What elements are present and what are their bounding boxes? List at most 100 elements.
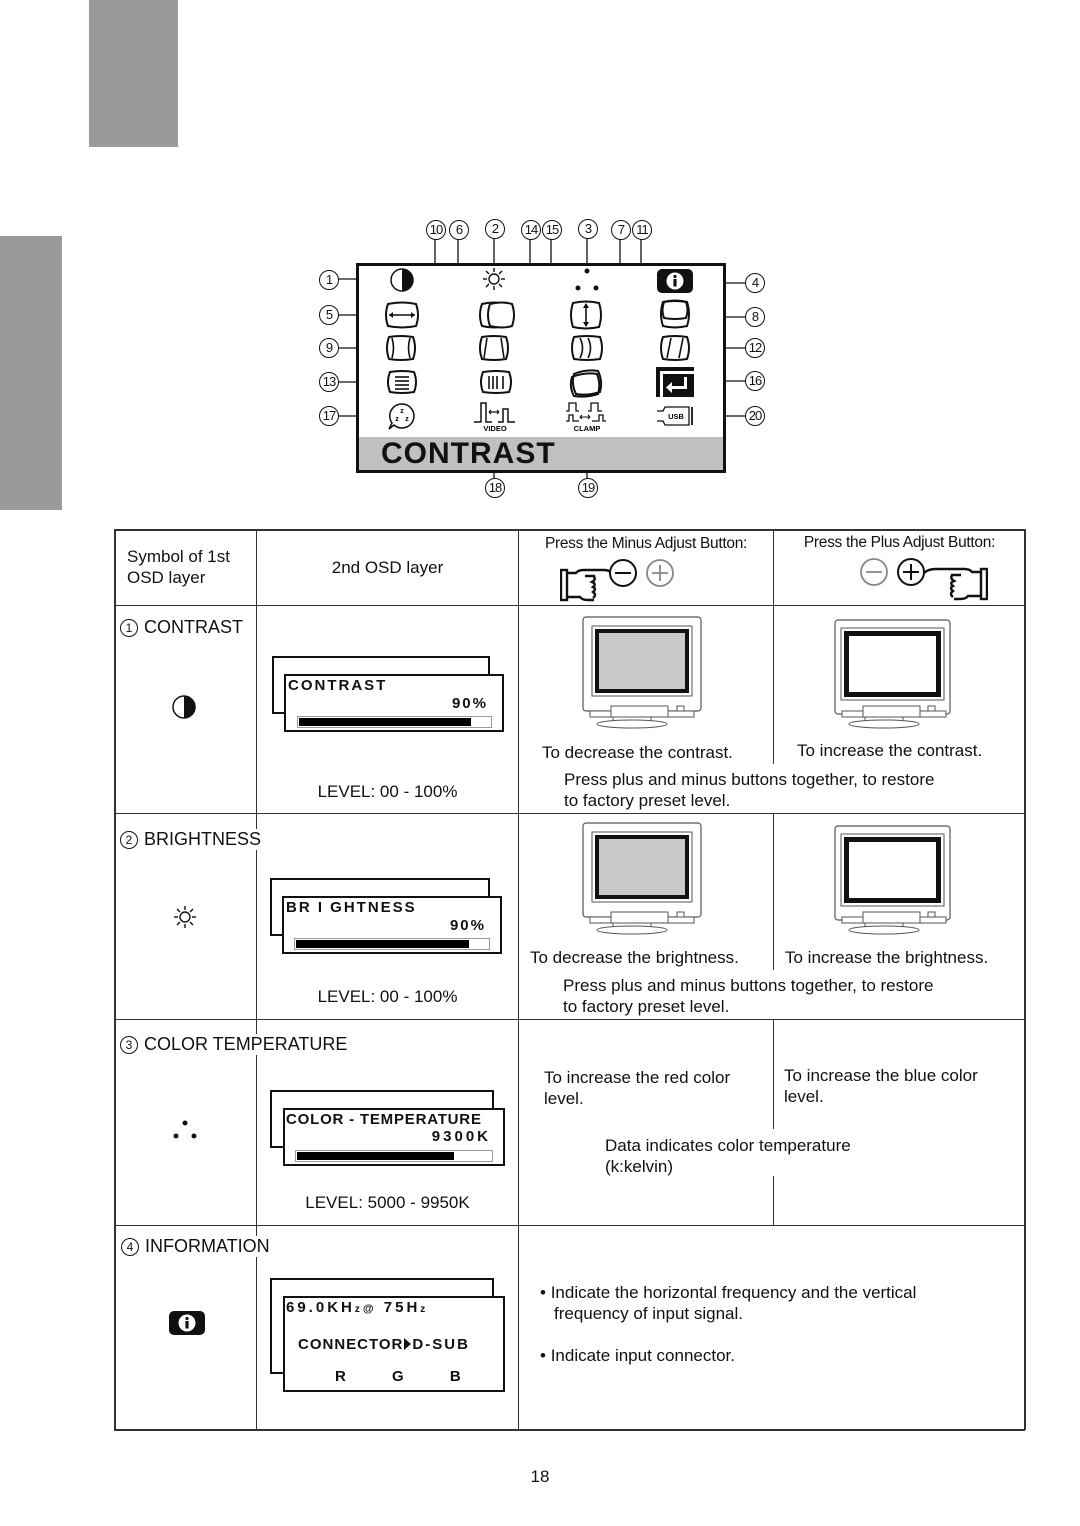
parallelogram-icon[interactable] (658, 334, 692, 362)
row-label-text: INFORMATION (145, 1236, 270, 1256)
bullet-text: Indicate input connector. (550, 1346, 735, 1365)
row-divider (114, 605, 1025, 607)
unit-suffix: z (354, 1304, 363, 1315)
note-line: (k:kelvin) (605, 1157, 674, 1176)
rotation-icon[interactable] (568, 366, 606, 398)
callout-19: 19 (578, 478, 598, 498)
contrast-level-range: LEVEL: 00 - 100% (317, 782, 458, 801)
moire-icon[interactable] (385, 369, 419, 395)
osd-color-temperature-progress (295, 1150, 493, 1162)
row-divider (114, 1225, 1025, 1227)
color-temperature-icon[interactable] (572, 264, 602, 294)
usb-icon[interactable]: USB (655, 406, 695, 426)
information-bullet-frequency: • Indicate the horizontal frequency and … (540, 1282, 916, 1324)
horizontal-position-icon[interactable] (477, 301, 517, 329)
row-label-text: COLOR TEMPERATURE (144, 1034, 348, 1054)
blue-color-increase-text: To increase the blue color level. (784, 1065, 978, 1107)
callout-4: 4 (745, 273, 765, 293)
horizontal-frequency: 69.0KH (286, 1299, 355, 1316)
osd-connector-readout: CONNECTOR D-SUB (298, 1336, 470, 1353)
callout-12: 12 (745, 338, 765, 358)
osd-frequency-readout: 69.0KHz@ 75Hz (286, 1299, 428, 1316)
osd-color-temperature-value: 9300K (431, 1128, 491, 1145)
osd-brightness-progress (294, 938, 490, 950)
brightness-decrease-text: To decrease the brightness. (530, 948, 739, 967)
contrast-decrease-text: To decrease the contrast. (542, 743, 733, 762)
pincushion-icon[interactable] (384, 334, 418, 362)
note-line: Press plus and minus buttons together, t… (564, 770, 935, 789)
monitor-decreased-brightness-image (582, 822, 702, 935)
callout-6: 6 (449, 220, 469, 240)
video-label: VIDEO (483, 424, 507, 433)
contrast-icon[interactable] (389, 267, 415, 293)
osd-color-temperature-title: COLOR - TEMPERATURE (286, 1111, 482, 1128)
row-number-badge: 3 (120, 1036, 138, 1054)
row-divider (114, 813, 1025, 815)
row-label-color-temperature: 3 COLOR TEMPERATURE (120, 1034, 350, 1055)
note-line: to factory preset level. (563, 997, 730, 1016)
svg-text:z: z (395, 416, 399, 423)
header-plus-button: Press the Plus Adjust Button: (803, 534, 996, 551)
clamp-icon[interactable]: CLAMP (564, 400, 610, 434)
row-label-text: CONTRAST (144, 617, 243, 637)
at-separator: @ (362, 1303, 377, 1315)
callout-7: 7 (611, 220, 631, 240)
brightness-increase-text: To increase the brightness. (785, 948, 989, 967)
table-border-left (114, 529, 116, 1430)
osd-brightness-value: 90% (449, 917, 486, 934)
bullet-icon: • (540, 1283, 546, 1302)
plus-adjust-button-icon[interactable] (856, 557, 988, 601)
osd-contrast-progress (297, 716, 492, 728)
header-symbol-line2: OSD layer (127, 568, 206, 587)
information-icon[interactable] (656, 268, 694, 294)
osd-status-bar: CONTRAST (359, 437, 723, 470)
brightness-icon[interactable] (481, 266, 507, 292)
row-divider (114, 1019, 1025, 1021)
information-icon (169, 1311, 205, 1335)
power-save-icon[interactable]: z z z (386, 402, 418, 432)
trapezoid-icon[interactable] (477, 334, 511, 362)
vertical-moire-icon[interactable] (478, 369, 514, 395)
usb-label: USB (668, 412, 684, 421)
callout-11: 11 (632, 220, 652, 240)
arrow-right-icon (404, 1338, 412, 1350)
callout-16: 16 (745, 371, 765, 391)
svg-text:z: z (400, 408, 404, 415)
brightness-icon (174, 906, 196, 928)
video-icon[interactable]: VIDEO (473, 401, 517, 434)
page-tab-marker-top (89, 0, 178, 147)
horizontal-size-icon[interactable] (383, 301, 421, 329)
column-divider (773, 1176, 775, 1225)
callout-18: 18 (485, 478, 505, 498)
table-border-top (114, 529, 1025, 531)
brightness-restore-note: Press plus and minus buttons together, t… (563, 975, 933, 1017)
callout-20: 20 (745, 406, 765, 426)
color-temperature-level-range: LEVEL: 5000 - 9950K (305, 1193, 470, 1212)
table-border-bottom (114, 1429, 1025, 1431)
vertical-position-icon[interactable] (658, 299, 692, 329)
minus-adjust-button-icon[interactable] (560, 558, 686, 602)
note-line: Press plus and minus buttons together, t… (563, 976, 934, 995)
page-number: 18 (530, 1467, 550, 1486)
column-divider (773, 1019, 775, 1129)
note-line: Data indicates color temperature (605, 1136, 851, 1155)
contrast-restore-note: Press plus and minus buttons together, t… (564, 769, 934, 811)
row-number-badge: 4 (121, 1238, 139, 1256)
table-border-right (1024, 529, 1026, 1430)
callout-14: 14 (521, 220, 541, 240)
rgb-channel-b: B (449, 1368, 463, 1385)
brightness-level-range: LEVEL: 00 - 100% (317, 987, 458, 1006)
page-tab-marker-side (0, 236, 62, 510)
osd-brightness-progress-fill (296, 940, 469, 948)
callout-9: 9 (319, 338, 339, 358)
color-temperature-icon (173, 1120, 197, 1139)
connector-label: CONNECTOR (298, 1336, 404, 1353)
column-divider (518, 529, 520, 1430)
callout-5: 5 (319, 305, 339, 325)
callout-10: 10 (426, 220, 446, 240)
exit-icon[interactable] (656, 367, 694, 397)
pin-balance-icon[interactable] (569, 334, 605, 362)
row-label-contrast: 1 CONTRAST (120, 617, 245, 638)
callout-17: 17 (319, 406, 339, 426)
vertical-size-icon[interactable] (568, 300, 604, 330)
